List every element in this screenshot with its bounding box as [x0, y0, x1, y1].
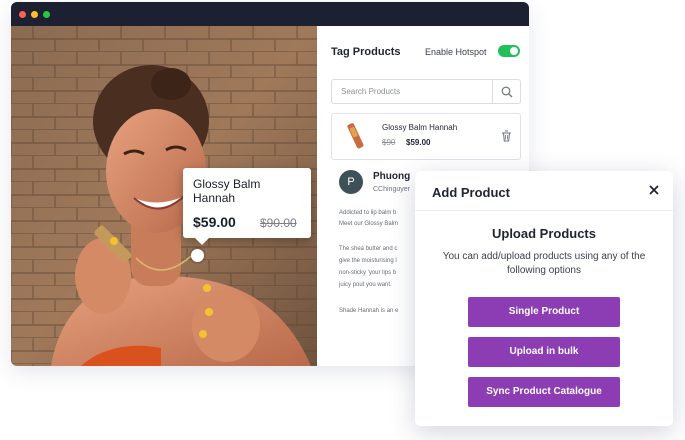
upload-description: You can add/upload products using any of… — [442, 251, 646, 276]
comment-line: Meet our Glossy Balm — [339, 221, 399, 227]
upload-title: Upload Products — [491, 226, 596, 241]
tooltip-price: $59.00 — [193, 214, 236, 230]
product-name: Glossy Balm Hannah — [382, 123, 458, 132]
comment-line: non-sticky 'your lips b — [339, 270, 397, 276]
product-original-price: $90 — [382, 138, 396, 147]
tooltip-original-price: $90.00 — [260, 216, 297, 230]
enable-hotspot-toggle[interactable] — [498, 45, 520, 57]
single-product-button[interactable]: Single Product — [468, 297, 620, 327]
sync-product-catalogue-button[interactable]: Sync Product Catalogue — [468, 377, 620, 407]
search-icon — [501, 86, 512, 97]
tagged-product-card[interactable]: Glossy Balm Hannah $90 $59.00 — [331, 113, 521, 160]
comment-line: Addicted to lip balm b — [339, 210, 397, 216]
comment-handle: CChinguyer — [373, 186, 410, 193]
lip-balm-thumbnail — [347, 123, 364, 149]
panel-title: Tag Products — [331, 46, 401, 58]
product-price: $59.00 — [406, 138, 431, 147]
search-input[interactable] — [332, 80, 492, 103]
window-titlebar — [11, 2, 529, 26]
close-icon[interactable] — [647, 183, 661, 197]
comment-line: The shea butter and c — [339, 246, 398, 252]
product-search — [331, 79, 521, 104]
close-window-button[interactable] — [19, 11, 26, 18]
comment-author: Phuong — [373, 171, 411, 182]
modal-title: Add Product — [432, 185, 510, 200]
minimize-window-button[interactable] — [31, 11, 38, 18]
comment-line: Shade Hannah is an e — [339, 308, 399, 314]
maximize-window-button[interactable] — [43, 11, 50, 18]
product-hotspot[interactable] — [191, 249, 204, 262]
upload-in-bulk-button[interactable]: Upload in bulk — [468, 337, 620, 367]
trash-icon[interactable] — [501, 130, 512, 142]
toggle-knob — [510, 47, 518, 55]
avatar: P — [339, 170, 363, 194]
add-product-modal: Add Product Upload Products You can add/… — [415, 171, 673, 426]
enable-hotspot-label: Enable Hotspot — [425, 47, 487, 57]
comment-line: juicy pout you want. — [339, 282, 392, 288]
product-tooltip[interactable]: Glossy Balm Hannah $59.00 $90.00 — [183, 168, 311, 245]
modal-header: Add Product — [415, 171, 673, 211]
tooltip-product-name: Glossy Balm Hannah — [193, 177, 261, 205]
search-button[interactable] — [492, 80, 520, 103]
comment-line: give the moisturising l — [339, 258, 397, 264]
